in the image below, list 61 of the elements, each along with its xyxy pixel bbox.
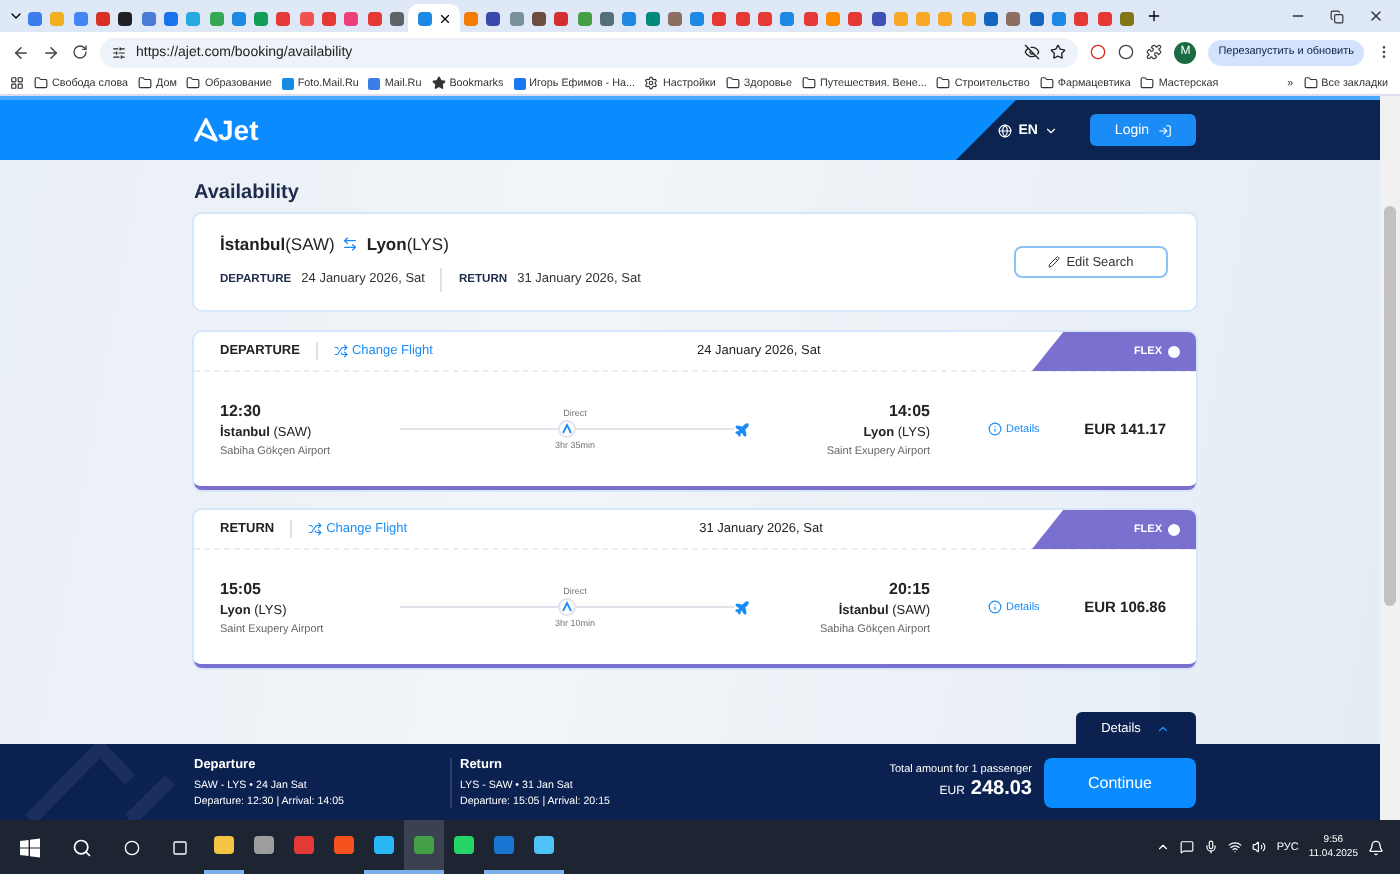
chevron-down-icon — [1044, 123, 1058, 137]
site-settings-icon[interactable] — [112, 45, 126, 59]
taskbar-app[interactable] — [404, 820, 444, 874]
apps-icon[interactable] — [10, 76, 24, 90]
site-icon — [281, 77, 294, 89]
eye-off-icon[interactable] — [1024, 44, 1041, 60]
folder-icon — [936, 76, 951, 90]
page-title: Availability — [194, 180, 301, 208]
tab-list-icon[interactable] — [8, 8, 24, 24]
pencil-icon — [1048, 256, 1061, 268]
swap-icon — [342, 235, 359, 251]
star-icon — [431, 76, 446, 90]
message-icon[interactable] — [1180, 840, 1195, 854]
cortana-icon[interactable] — [124, 839, 140, 855]
logo-text: Jet — [218, 114, 259, 146]
plane-icon — [734, 421, 750, 437]
start-icon[interactable] — [20, 837, 40, 857]
notification-icon[interactable] — [1368, 839, 1384, 855]
departure-time: 12:30 — [220, 401, 261, 419]
arrival-time: 20:15 — [889, 579, 930, 597]
info-icon — [988, 600, 1002, 614]
folder-icon — [1039, 76, 1054, 90]
folder-icon — [1303, 76, 1318, 90]
scrollbar-thumb[interactable] — [1384, 206, 1396, 606]
departure-time: 15:05 — [220, 579, 261, 597]
bookmark-star-icon[interactable] — [1050, 44, 1067, 60]
reload-icon[interactable] — [72, 44, 88, 60]
task-view-icon[interactable] — [172, 839, 188, 855]
info-icon — [988, 422, 1002, 436]
logo-icon — [194, 118, 218, 142]
folder-icon — [1140, 76, 1155, 90]
search-icon[interactable] — [72, 837, 92, 857]
folder-icon — [138, 76, 153, 90]
globe-icon — [998, 123, 1013, 137]
plane-icon — [734, 599, 750, 615]
speaker-icon[interactable] — [1252, 840, 1267, 854]
gear-icon — [644, 76, 659, 90]
folder-icon — [186, 76, 201, 90]
microphone-icon[interactable] — [1204, 840, 1219, 854]
new-tab-icon[interactable] — [1145, 8, 1162, 24]
back-icon[interactable] — [12, 43, 30, 61]
tray-chevron-icon[interactable] — [1156, 840, 1171, 854]
chevron-up-icon — [1156, 721, 1171, 735]
folder-icon — [34, 76, 48, 90]
login-icon — [1157, 123, 1172, 137]
forward-icon[interactable] — [42, 43, 60, 61]
network-icon[interactable] — [1228, 840, 1243, 854]
arrival-time: 14:05 — [889, 401, 930, 419]
site-icon — [513, 77, 526, 89]
restore-icon[interactable] — [1330, 9, 1344, 23]
extensions-icon[interactable] — [1146, 44, 1163, 60]
close-icon[interactable] — [1368, 8, 1384, 24]
destination-text: Lyon(LYS) — [366, 233, 449, 253]
origin-text: İstanbul(SAW) — [220, 233, 335, 253]
site-icon — [368, 77, 381, 89]
folder-icon — [802, 76, 816, 90]
folder-icon — [725, 76, 740, 90]
radio-icon — [1168, 523, 1180, 535]
close-icon[interactable] — [437, 11, 452, 25]
total-amount: 248.03 — [970, 778, 1032, 800]
radio-icon — [1168, 345, 1180, 357]
